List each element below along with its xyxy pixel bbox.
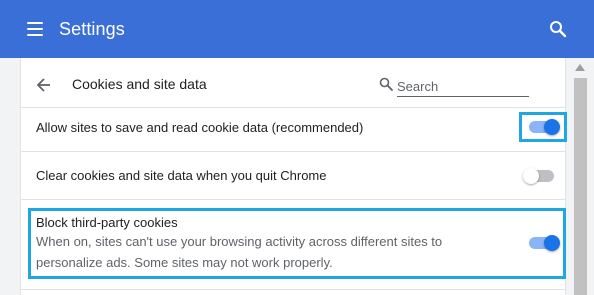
arrow-back-icon[interactable]: [36, 77, 52, 93]
left-gutter: [0, 58, 20, 295]
page-title: Settings: [59, 19, 125, 39]
clear-on-quit-label: Clear cookies and site data when you qui…: [36, 168, 327, 183]
highlight-box: [28, 208, 566, 279]
row-divider: [21, 199, 565, 200]
allow-cookies-label: Allow sites to save and read cookie data…: [36, 120, 364, 135]
clear-on-quit-toggle[interactable]: [523, 166, 557, 186]
row-divider: [21, 151, 565, 152]
row-divider: [21, 289, 565, 290]
search-icon: [379, 77, 393, 91]
card-border-left: [20, 58, 21, 295]
hamburger-menu-icon[interactable]: [27, 22, 43, 36]
highlight-box: [519, 112, 567, 142]
scroll-up-arrow[interactable]: [575, 64, 585, 71]
subpage-title: Cookies and site data: [72, 76, 207, 92]
scrollbar-thumb[interactable]: [574, 78, 587, 295]
settings-header: Settings: [0, 0, 594, 58]
row-divider: [21, 107, 565, 108]
search-icon[interactable]: [549, 20, 567, 38]
search-input[interactable]: [397, 76, 529, 97]
